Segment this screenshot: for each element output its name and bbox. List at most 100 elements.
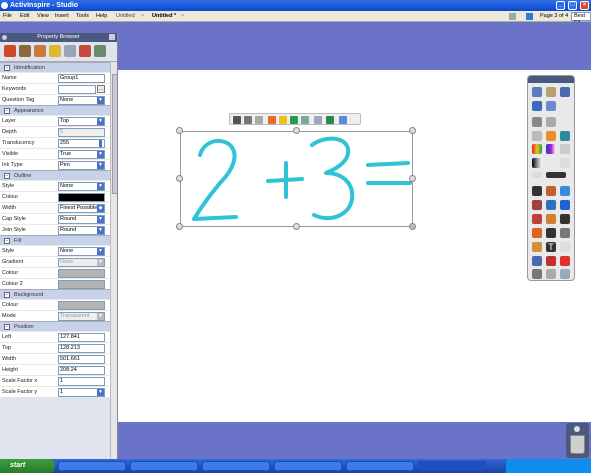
taskbar-item-active[interactable]: [418, 461, 486, 471]
panel-scrollbar[interactable]: [110, 62, 117, 459]
taskbar-item[interactable]: [346, 461, 414, 471]
taskbar-item[interactable]: [130, 461, 198, 471]
section-position[interactable]: − Position: [0, 321, 110, 331]
join-style-select[interactable]: Round ▼: [58, 226, 105, 235]
fill-style-select[interactable]: None ▼: [58, 247, 105, 256]
tab-untitled-active[interactable]: Untitled *: [152, 12, 176, 21]
pen-width-slider[interactable]: [532, 172, 542, 178]
next-icon[interactable]: [244, 116, 252, 124]
resize-handle[interactable]: [293, 127, 300, 134]
more-tools-icon[interactable]: [560, 269, 570, 279]
resize-handle[interactable]: [176, 223, 183, 230]
desktop-icon[interactable]: [546, 117, 556, 127]
reset-icon[interactable]: [532, 117, 542, 127]
width-input[interactable]: 501.661: [58, 355, 105, 364]
main-menu-icon[interactable]: [532, 87, 542, 97]
section-outline[interactable]: − Outline: [0, 170, 110, 180]
voting-browser-icon[interactable]: [94, 45, 106, 57]
fill-colour-swatch[interactable]: [58, 269, 105, 278]
zoom-icon[interactable]: [560, 228, 570, 238]
camera-icon[interactable]: [560, 214, 570, 224]
spotlight-icon[interactable]: [532, 256, 542, 266]
action-browser-icon[interactable]: [79, 45, 91, 57]
lock-icon[interactable]: [339, 116, 347, 124]
rotate-handle[interactable]: [409, 223, 416, 230]
section-background[interactable]: − Background: [0, 289, 110, 299]
translucency-slider[interactable]: 255: [58, 139, 105, 148]
outline-width-select[interactable]: Finest Possible ◆: [58, 204, 105, 213]
image-icon[interactable]: [532, 101, 542, 111]
scale-y-select[interactable]: 1 ▼: [58, 388, 105, 397]
outline-colour-swatch[interactable]: [58, 193, 105, 202]
magic-ink-icon[interactable]: [560, 200, 570, 210]
highlighter-icon[interactable]: [546, 200, 556, 210]
ink-type-select[interactable]: Pen ▼: [58, 161, 105, 170]
outline-style-select[interactable]: None ▼: [58, 182, 105, 191]
tab-close-icon[interactable]: ×: [141, 12, 144, 21]
group-icon[interactable]: [314, 116, 322, 124]
undo-icon[interactable]: [532, 131, 542, 141]
select-icon[interactable]: [532, 186, 542, 196]
taskbar-item[interactable]: [58, 461, 126, 471]
palette-more-icon[interactable]: [560, 144, 570, 154]
menu-help[interactable]: Help: [96, 13, 107, 19]
menu-icon[interactable]: [255, 116, 263, 124]
top-input[interactable]: 128.213: [58, 344, 105, 353]
line-icon[interactable]: [546, 228, 556, 238]
scale-x-input[interactable]: 1: [58, 377, 105, 386]
resource-browser-icon[interactable]: [19, 45, 31, 57]
menu-tools[interactable]: Tools: [76, 13, 89, 19]
annotate-icon[interactable]: [560, 131, 570, 141]
notes-browser-icon[interactable]: [49, 45, 61, 57]
minimize-button[interactable]: _: [556, 1, 565, 10]
layer-select[interactable]: Top ▼: [58, 117, 105, 126]
trash-menu-icon[interactable]: [574, 426, 580, 432]
menu-file[interactable]: File: [3, 13, 12, 19]
pen-width-dots[interactable]: [546, 172, 566, 178]
color-palette-icon[interactable]: [532, 144, 542, 154]
section-appearance[interactable]: − Appearance: [0, 105, 110, 115]
undo-arrow-icon[interactable]: [532, 269, 542, 279]
fill-colour-2-swatch[interactable]: [58, 280, 105, 289]
scrollbar-thumb[interactable]: [112, 74, 117, 194]
panel-close-icon[interactable]: [109, 34, 115, 40]
resize-handle[interactable]: [176, 127, 183, 134]
color-palette-icon[interactable]: [546, 144, 556, 154]
cap-style-select[interactable]: Round ▼: [58, 215, 105, 224]
taskbar-item[interactable]: [202, 461, 270, 471]
question-tag-select[interactable]: None ▼: [58, 96, 105, 105]
trash-can-icon[interactable]: [570, 435, 585, 454]
menu-view[interactable]: View: [37, 13, 49, 19]
resize-handle[interactable]: [176, 175, 183, 182]
shapes-icon[interactable]: [546, 186, 556, 196]
reveal-icon[interactable]: [546, 256, 556, 266]
hand-icon[interactable]: [532, 242, 542, 252]
panel-menu-icon[interactable]: [2, 35, 7, 40]
resize-handle[interactable]: [409, 175, 416, 182]
connector-icon[interactable]: [560, 186, 570, 196]
menu-insert[interactable]: Insert: [55, 13, 69, 19]
taskbar-item[interactable]: [274, 461, 342, 471]
flipchart-icon[interactable]: [546, 101, 556, 111]
section-identification[interactable]: − Identification: [0, 62, 110, 72]
close-button[interactable]: ×: [580, 1, 589, 10]
pen-icon[interactable]: [560, 87, 570, 97]
left-input[interactable]: 127.841: [58, 333, 105, 342]
translucency-icon[interactable]: [268, 116, 276, 124]
background-colour-swatch[interactable]: [58, 301, 105, 310]
tab-close-icon[interactable]: ×: [181, 12, 184, 21]
profiles-icon[interactable]: [546, 87, 556, 97]
star-icon[interactable]: [326, 116, 334, 124]
insert-icon[interactable]: [532, 228, 542, 238]
tab-untitled[interactable]: Untitled: [116, 12, 135, 21]
zoom-select[interactable]: Best Fit: [571, 12, 591, 26]
height-input[interactable]: 208.24: [58, 366, 105, 375]
color-palette-icon[interactable]: [546, 158, 556, 168]
section-fill[interactable]: − Fill: [0, 235, 110, 245]
color-icon[interactable]: [279, 116, 287, 124]
keywords-browse-button[interactable]: …: [97, 85, 105, 93]
keywords-input[interactable]: [58, 85, 96, 94]
maximize-button[interactable]: □: [568, 1, 577, 10]
property-browser-icon[interactable]: [64, 45, 76, 57]
start-button[interactable]: start: [0, 459, 55, 473]
